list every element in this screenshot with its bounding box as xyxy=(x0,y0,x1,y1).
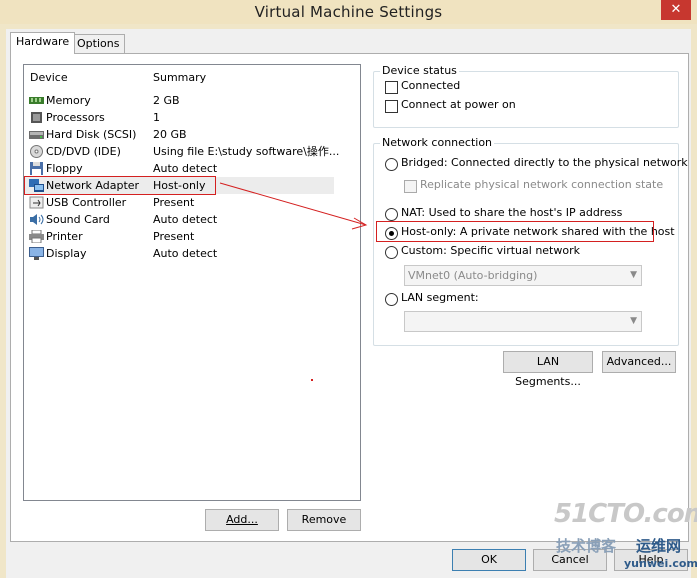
watermark-main: 51CTO.com xyxy=(554,499,697,529)
nat-radio[interactable] xyxy=(385,208,398,221)
lan-segments-button[interactable]: LAN Segments... xyxy=(503,351,593,388)
device-summary: Present xyxy=(153,230,195,243)
connected-checkbox[interactable] xyxy=(385,81,398,94)
device-summary: Present xyxy=(153,196,195,209)
replicate-state-checkbox[interactable] xyxy=(404,180,417,193)
chevron-down-icon: ▼ xyxy=(630,270,637,280)
add-button[interactable]: Add... xyxy=(205,509,279,531)
lan-segment-radio[interactable] xyxy=(385,293,398,306)
nat-label[interactable]: NAT: Used to share the host's IP address xyxy=(401,206,622,219)
remove-button[interactable]: Remove xyxy=(287,509,361,531)
device-name: CD/DVD (IDE) xyxy=(46,145,121,158)
network-connection-legend: Network connection xyxy=(380,136,495,149)
lan-segment-select[interactable]: ▼ xyxy=(404,311,642,332)
device-summary: 1 xyxy=(153,111,160,124)
network-connection-group: Network connection Bridged: Connected di… xyxy=(373,136,688,346)
floppy-icon xyxy=(30,162,43,175)
add-button-label: Add... xyxy=(226,513,258,526)
device-row-display[interactable]: Display Auto detect xyxy=(24,245,334,262)
device-summary: 20 GB xyxy=(153,128,187,141)
connect-at-power-on-checkbox[interactable] xyxy=(385,100,398,113)
device-row-printer[interactable]: Printer Present xyxy=(24,228,334,245)
sound-card-icon xyxy=(30,214,44,225)
device-summary: Auto detect xyxy=(153,247,218,260)
tab-options[interactable]: Options xyxy=(71,34,126,54)
replicate-state-label[interactable]: Replicate physical network connection st… xyxy=(420,178,663,191)
custom-radio[interactable] xyxy=(385,246,398,259)
hardware-panel: Device Summary Memory 2 GB Processors 1 … xyxy=(10,53,689,542)
chevron-down-icon: ▼ xyxy=(630,316,637,326)
device-row-floppy[interactable]: Floppy Auto detect xyxy=(24,160,334,177)
close-button[interactable]: ✕ xyxy=(661,0,691,20)
ok-button[interactable]: OK xyxy=(452,549,526,571)
device-list[interactable]: Device Summary Memory 2 GB Processors 1 … xyxy=(23,64,361,501)
printer-icon xyxy=(29,230,44,243)
display-icon xyxy=(29,247,44,260)
device-summary: Auto detect xyxy=(153,162,218,175)
connected-label[interactable]: Connected xyxy=(401,79,460,92)
device-list-header: Device Summary xyxy=(24,71,360,87)
device-status-group: Device status Connected Connect at power… xyxy=(373,64,679,128)
device-name: Display xyxy=(46,247,87,260)
watermark-brand: 运维网 xyxy=(636,537,682,555)
device-summary: Auto detect xyxy=(153,213,218,226)
cd-dvd-icon xyxy=(30,145,43,158)
device-summary: 2 GB xyxy=(153,94,180,107)
device-row-hard-disk[interactable]: Hard Disk (SCSI) 20 GB xyxy=(24,126,334,143)
watermark-sub: 技术博客 xyxy=(556,537,617,555)
device-name: Floppy xyxy=(46,162,83,175)
advanced-button[interactable]: Advanced... xyxy=(602,351,676,373)
title-bar: Virtual Machine Settings ✕ xyxy=(0,0,697,24)
annotation-box-network-adapter xyxy=(24,176,216,195)
bridged-label[interactable]: Bridged: Connected directly to the physi… xyxy=(401,156,688,169)
device-row-sound-card[interactable]: Sound Card Auto detect xyxy=(24,211,334,228)
watermark-url: yunwei.com xyxy=(624,557,697,570)
device-row-usb-controller[interactable]: USB Controller Present xyxy=(24,194,334,211)
stray-red-dot xyxy=(311,379,313,381)
device-name: Printer xyxy=(46,230,83,243)
device-name: Memory xyxy=(46,94,91,107)
device-status-legend: Device status xyxy=(380,64,459,77)
usb-icon xyxy=(29,196,44,209)
summary-column-header[interactable]: Summary xyxy=(153,71,206,84)
device-row-processors[interactable]: Processors 1 xyxy=(24,109,334,126)
processor-icon xyxy=(31,112,42,123)
lan-segment-label[interactable]: LAN segment: xyxy=(401,291,479,304)
hard-disk-icon xyxy=(29,131,44,139)
custom-network-value: VMnet0 (Auto-bridging) xyxy=(408,269,538,282)
tab-hardware[interactable]: Hardware xyxy=(10,32,76,54)
custom-network-select[interactable]: VMnet0 (Auto-bridging) ▼ xyxy=(404,265,642,286)
custom-label[interactable]: Custom: Specific virtual network xyxy=(401,244,580,257)
device-name: USB Controller xyxy=(46,196,127,209)
device-name: Hard Disk (SCSI) xyxy=(46,128,137,141)
bridged-radio[interactable] xyxy=(385,158,398,171)
device-row-memory[interactable]: Memory 2 GB xyxy=(24,92,334,109)
device-row-cd-dvd[interactable]: CD/DVD (IDE) Using file E:\study softwar… xyxy=(24,143,339,160)
device-summary: Using file E:\study software\操作... xyxy=(153,145,340,158)
dialog-client: Hardware Options Device Summary Memory 2… xyxy=(6,29,697,578)
device-column-header[interactable]: Device xyxy=(30,71,68,84)
device-name: Processors xyxy=(46,111,105,124)
annotation-box-host-only xyxy=(376,221,654,242)
device-name: Sound Card xyxy=(46,213,110,226)
connect-at-power-on-label[interactable]: Connect at power on xyxy=(401,98,516,111)
window-title: Virtual Machine Settings xyxy=(254,3,443,21)
memory-icon xyxy=(29,97,44,104)
